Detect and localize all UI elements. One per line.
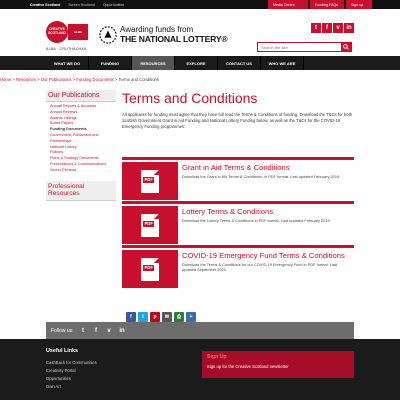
nav-what-we-do[interactable]: WHAT WE DO [46,56,89,70]
pdf-label: PDF [143,264,155,271]
facebook-icon[interactable]: f [126,312,136,322]
sidebar-item[interactable]: Government, Parliament and Partnerships [50,133,116,145]
pdf-icon: PDF [141,257,159,281]
header-social-icons: t f v in [310,23,354,33]
pdf-label: PDF [143,220,155,227]
pdf-icon: PDF [141,213,159,237]
footer-link-opportunities[interactable]: Opportunities [46,376,71,381]
topbar-link-screen-scotland[interactable]: Screen Scotland [68,3,94,7]
topbar-media-centre[interactable]: Media Centre [268,0,308,9]
document-item: PDF COVID-19 Emergency Fund Terms & Condi… [122,245,354,288]
document-description: Download the Terms & Conditions for our … [182,262,338,273]
creative-scotland-logo[interactable]: CREATIVE SCOTLAND [46,21,68,43]
pinterest-icon[interactable]: p [150,312,160,322]
page-fold [154,257,159,263]
pdf-label: PDF [143,176,155,183]
nav-contact-us[interactable]: CONTACT US [218,56,261,70]
logo-mark: ALBA [68,24,88,40]
search-box [257,42,352,52]
linkedin-icon[interactable]: in [118,326,127,335]
footer-link-cashback[interactable]: CashBack for Communities [46,360,97,365]
facebook-icon[interactable]: f [322,23,332,33]
print-icon[interactable]: ⎙ [174,312,184,322]
sidebar-list: Annual Reports & Accounts Annual Reviews A… [46,102,116,174]
nav-who-we-are[interactable]: WHO WE ARE [261,56,304,70]
pdf-icon: PDF [141,169,159,193]
twitter-icon[interactable]: t [311,23,321,33]
document-item: PDF Grant in Aid Terms & Conditions Downlo… [122,157,354,200]
nav-explore[interactable]: EXPLORE [175,56,218,70]
signup-description: Sign up for the Creative Scotland newsle… [207,364,289,369]
follow-icons: t f v in [79,326,131,335]
breadcrumb-home[interactable]: Home [0,77,11,82]
facebook-icon[interactable]: f [92,326,101,335]
document-title[interactable]: Grant in Aid Terms & Conditions [182,163,290,172]
linkedin-icon[interactable]: in [344,23,354,33]
search-button[interactable] [341,43,351,51]
vimeo-icon[interactable]: v [105,326,114,335]
follow-bar: Follow us: t f v in [46,322,354,339]
search-input[interactable] [258,43,341,51]
intro-text: All applicants for funding must agree th… [122,112,353,130]
national-lottery-logo: Awarding funds from THE NATIONAL LOTTERY… [99,25,228,44]
sidebar-professional-resources[interactable]: Professional Resources [46,180,116,201]
footer-link-own-art[interactable]: Own Art [46,384,61,389]
newsletter-signup[interactable]: Sign Up Sign up for the Creative Scotlan… [202,351,354,378]
site-header: CREATIVE SCOTLAND ALBA ALBA · CRUTHACHAI… [0,9,400,56]
document-item: PDF Lottery Terms & Conditions Download th… [122,201,354,244]
top-bar: Creative Scotland Screen Scotland Opport… [0,0,400,9]
footer-heading: Useful Links [46,348,79,354]
nav-resources[interactable]: RESOURCES [132,56,175,70]
document-description: Download the Lottery Terms & Conditions … [182,218,331,223]
breadcrumb-our-publications[interactable]: Our Publications [41,77,72,82]
page-title: Terms and Conditions [122,90,258,106]
page-fold [154,213,159,219]
sidebar-item[interactable]: Presentations & Communications [50,162,116,168]
signup-title: Sign Up [207,354,227,360]
topbar-funding-faqs[interactable]: Funding FAQs [310,0,344,9]
breadcrumb-funding-documents[interactable]: Funding Documents [76,77,113,82]
document-title[interactable]: Lottery Terms & Conditions [182,207,273,216]
search-icon [343,44,349,50]
topbar-link-opportunities[interactable]: Opportunities [103,3,124,7]
pdf-download-thumbnail[interactable]: PDF [122,162,178,200]
breadcrumb-current: Terms and Conditions [118,77,159,82]
document-description: Download the Grant in Aid Terms & Condit… [182,174,341,179]
vimeo-icon[interactable]: v [333,23,343,33]
pdf-download-thumbnail[interactable]: PDF [122,250,178,288]
share-icon[interactable]: + [186,312,196,322]
topbar-sign-up[interactable]: Sign up [346,0,372,9]
footer-link-creativity-portal[interactable]: Creativity Portal [46,368,76,373]
email-icon[interactable]: ✉ [162,312,172,322]
share-bar: f t p ✉ ⎙ + [126,312,198,322]
main-nav: WHAT WE DO FUNDING RESOURCES EXPLORE CON… [0,56,400,70]
sidebar-title: Our Publications [46,90,116,102]
document-title[interactable]: COVID-19 Emergency Fund Terms & Conditio… [182,251,345,260]
topbar-link-creative-scotland[interactable]: Creative Scotland [30,3,60,7]
main-content: Terms and Conditions All applicants for … [122,90,354,131]
nav-funding[interactable]: FUNDING [89,56,132,70]
follow-label: Follow us: [51,327,74,334]
lottery-crossed-fingers-icon [99,25,117,44]
twitter-icon[interactable]: t [138,312,148,322]
page-fold [154,169,159,175]
sidebar-item[interactable]: Sector Reviews [50,168,116,174]
twitter-icon[interactable]: t [79,326,88,335]
breadcrumb-resources[interactable]: Resources [16,77,36,82]
breadcrumb: Home > Resources > Our Publications > Fu… [0,77,159,82]
sidebar: Our Publications Annual Reports & Accoun… [46,90,116,201]
lottery-line-1: Awarding funds from [120,25,194,34]
pdf-download-thumbnail[interactable]: PDF [122,206,178,244]
lottery-line-2: THE NATIONAL LOTTERY® [120,34,228,44]
logo-subtitle: ALBA · CRUTHACHAIL [46,47,88,51]
